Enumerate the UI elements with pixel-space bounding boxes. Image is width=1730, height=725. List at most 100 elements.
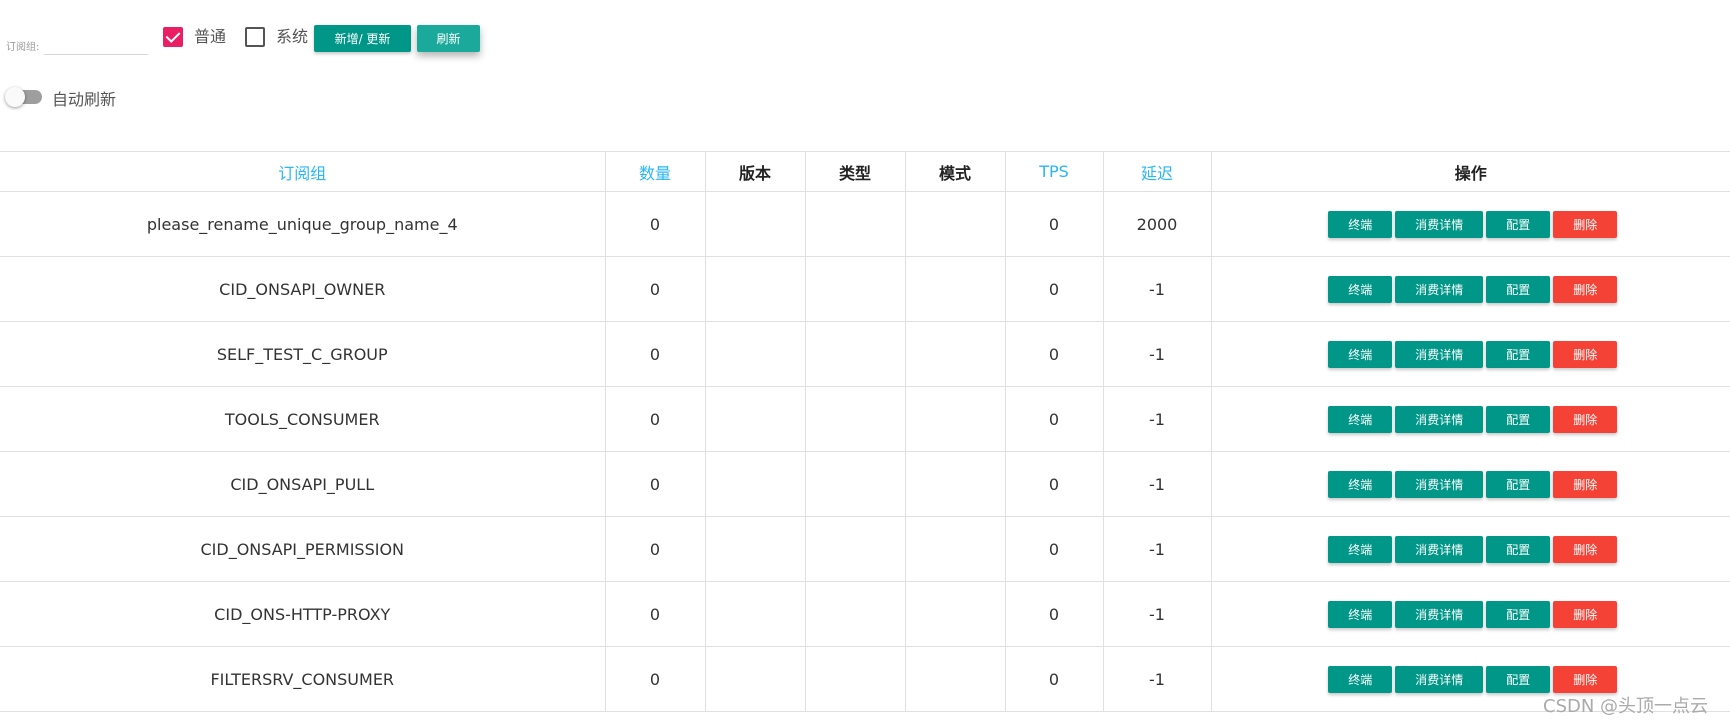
terminal-button[interactable]: 终端 [1328, 340, 1393, 368]
cell-group: CID_ONSAPI_PULL [0, 451, 606, 517]
cell-type [805, 516, 906, 582]
cell-delay: -1 [1103, 646, 1212, 712]
config-button[interactable]: 配置 [1486, 665, 1551, 693]
consume-detail-button[interactable]: 消费详情 [1395, 470, 1484, 498]
consume-detail-button[interactable]: 消费详情 [1395, 535, 1484, 563]
cell-mode [905, 256, 1006, 322]
table-row: CID_ONS-HTTP-PROXY 0 0 -1 终端 消费详情 配置 删除 [0, 581, 1730, 647]
cell-group: please_rename_unique_group_name_4 [0, 191, 606, 257]
config-button[interactable]: 配置 [1486, 275, 1551, 303]
cell-count: 0 [605, 256, 706, 322]
delete-button[interactable]: 删除 [1553, 665, 1618, 693]
toggle-knob [5, 87, 25, 107]
checkbox-normal[interactable] [163, 27, 183, 47]
cell-actions: 终端 消费详情 配置 删除 [1211, 451, 1730, 517]
cell-group: FILTERSRV_CONSUMER [0, 646, 606, 712]
cell-type [805, 451, 906, 517]
terminal-button[interactable]: 终端 [1328, 665, 1393, 693]
delete-button[interactable]: 删除 [1553, 470, 1618, 498]
terminal-button[interactable]: 终端 [1328, 470, 1393, 498]
terminal-button[interactable]: 终端 [1328, 600, 1393, 628]
table-row: CID_ONSAPI_OWNER 0 0 -1 终端 消费详情 配置 删除 [0, 256, 1730, 322]
search-input[interactable] [44, 28, 148, 55]
delete-button[interactable]: 删除 [1553, 210, 1618, 238]
cell-version [705, 451, 806, 517]
delete-button[interactable]: 删除 [1553, 600, 1618, 628]
consume-detail-button[interactable]: 消费详情 [1395, 405, 1484, 433]
cell-tps: 0 [1005, 451, 1104, 517]
cell-count: 0 [605, 321, 706, 387]
header-mode: 模式 [905, 151, 1006, 192]
cell-actions: 终端 消费详情 配置 删除 [1211, 516, 1730, 582]
refresh-button[interactable]: 刷新 [417, 25, 480, 52]
table-row: SELF_TEST_C_GROUP 0 0 -1 终端 消费详情 配置 删除 [0, 321, 1730, 387]
terminal-button[interactable]: 终端 [1328, 210, 1393, 238]
table-row: CID_ONSAPI_PERMISSION 0 0 -1 终端 消费详情 配置 删除 [0, 516, 1730, 582]
header-tps[interactable]: TPS [1005, 151, 1104, 192]
cell-type [805, 646, 906, 712]
auto-refresh-toggle[interactable] [5, 87, 42, 107]
cell-delay: -1 [1103, 451, 1212, 517]
cell-group: CID_ONSAPI_PERMISSION [0, 516, 606, 582]
config-button[interactable]: 配置 [1486, 470, 1551, 498]
checkbox-normal-label: 普通 [194, 27, 227, 46]
cell-delay: -1 [1103, 386, 1212, 452]
cell-tps: 0 [1005, 256, 1104, 322]
cell-tps: 0 [1005, 191, 1104, 257]
cell-delay: -1 [1103, 256, 1212, 322]
config-button[interactable]: 配置 [1486, 535, 1551, 563]
cell-type [805, 581, 906, 647]
cell-version [705, 646, 806, 712]
cell-tps: 0 [1005, 386, 1104, 452]
delete-button[interactable]: 删除 [1553, 340, 1618, 368]
consume-detail-button[interactable]: 消费详情 [1395, 665, 1484, 693]
cell-actions: 终端 消费详情 配置 删除 [1211, 386, 1730, 452]
table-row: FILTERSRV_CONSUMER 0 0 -1 终端 消费详情 配置 删除 [0, 646, 1730, 712]
watermark: CSDN @头顶一点云 [1543, 696, 1709, 717]
header-count[interactable]: 数量 [605, 151, 706, 192]
terminal-button[interactable]: 终端 [1328, 535, 1393, 563]
delete-button[interactable]: 删除 [1553, 405, 1618, 433]
consume-detail-button[interactable]: 消费详情 [1395, 275, 1484, 303]
toolbar: 订阅组: 普通 系统 新增/ 更新 刷新 自动刷新 [0, 0, 1730, 140]
cell-tps: 0 [1005, 516, 1104, 582]
cell-mode [905, 581, 1006, 647]
consumer-group-table: 订阅组 数量 版本 类型 模式 TPS 延迟 操作 please_rename_… [0, 151, 1730, 712]
cell-actions: 终端 消费详情 配置 删除 [1211, 256, 1730, 322]
cell-tps: 0 [1005, 321, 1104, 387]
delete-button[interactable]: 删除 [1553, 535, 1618, 563]
header-group[interactable]: 订阅组 [0, 151, 606, 192]
header-delay[interactable]: 延迟 [1103, 151, 1212, 192]
cell-count: 0 [605, 581, 706, 647]
terminal-button[interactable]: 终端 [1328, 405, 1393, 433]
delete-button[interactable]: 删除 [1553, 275, 1618, 303]
cell-mode [905, 321, 1006, 387]
terminal-button[interactable]: 终端 [1328, 275, 1393, 303]
consume-detail-button[interactable]: 消费详情 [1395, 600, 1484, 628]
cell-mode [905, 451, 1006, 517]
cell-mode [905, 646, 1006, 712]
table-row: CID_ONSAPI_PULL 0 0 -1 终端 消费详情 配置 删除 [0, 451, 1730, 517]
checkbox-system[interactable] [245, 27, 265, 47]
config-button[interactable]: 配置 [1486, 210, 1551, 238]
cell-tps: 0 [1005, 646, 1104, 712]
cell-type [805, 386, 906, 452]
cell-count: 0 [605, 646, 706, 712]
cell-mode [905, 516, 1006, 582]
header-actions: 操作 [1211, 151, 1730, 192]
cell-count: 0 [605, 386, 706, 452]
add-update-button[interactable]: 新增/ 更新 [314, 25, 411, 52]
consume-detail-button[interactable]: 消费详情 [1395, 210, 1484, 238]
consume-detail-button[interactable]: 消费详情 [1395, 340, 1484, 368]
cell-group: TOOLS_CONSUMER [0, 386, 606, 452]
cell-delay: -1 [1103, 321, 1212, 387]
config-button[interactable]: 配置 [1486, 340, 1551, 368]
config-button[interactable]: 配置 [1486, 600, 1551, 628]
header-type: 类型 [805, 151, 906, 192]
config-button[interactable]: 配置 [1486, 405, 1551, 433]
cell-mode [905, 191, 1006, 257]
search-label: 订阅组: [6, 42, 40, 53]
header-version: 版本 [705, 151, 806, 192]
cell-count: 0 [605, 451, 706, 517]
cell-actions: 终端 消费详情 配置 删除 [1211, 321, 1730, 387]
